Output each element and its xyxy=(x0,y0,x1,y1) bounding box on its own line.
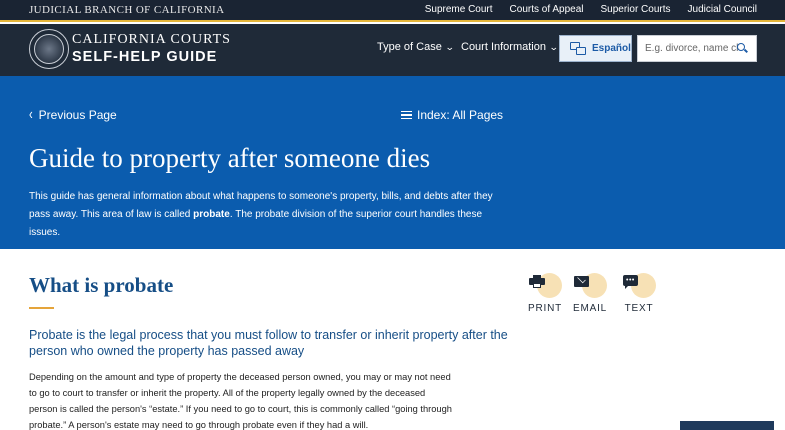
previous-page-link[interactable]: ‹ Previous Page xyxy=(29,106,117,124)
envelope-icon xyxy=(574,274,590,288)
print-button[interactable]: PRINT xyxy=(528,273,562,314)
nav-type-of-case-label: Type of Case xyxy=(377,41,442,53)
message-icon: ••• xyxy=(623,275,639,289)
email-button[interactable]: EMAIL xyxy=(573,273,607,314)
court-links: Supreme Court Courts of Appeal Superior … xyxy=(425,4,757,15)
nav-court-information-label: Court Information xyxy=(461,41,546,53)
intro-bold-term: probate xyxy=(193,209,230,220)
search-input[interactable] xyxy=(638,36,738,61)
search-icon[interactable] xyxy=(737,43,748,53)
courts-of-appeal-link[interactable]: Courts of Appeal xyxy=(510,4,584,15)
utility-bar: JUDICIAL BRANCH OF CALIFORNIA Supreme Co… xyxy=(0,0,785,22)
printer-icon xyxy=(529,275,545,288)
site-logo[interactable]: CALIFORNIA COURTS SELF-HELP GUIDE xyxy=(72,32,231,66)
text-label: TEXT xyxy=(624,303,654,314)
supreme-court-link[interactable]: Supreme Court xyxy=(425,4,493,15)
nav-court-information[interactable]: Court Information ⌄ xyxy=(461,41,559,53)
judicial-branch-label: JUDICIAL BRANCH OF CALIFORNIA xyxy=(29,4,225,16)
superior-courts-link[interactable]: Superior Courts xyxy=(600,4,670,15)
chevron-down-icon: ⌄ xyxy=(548,41,559,52)
text-button[interactable]: ••• TEXT xyxy=(622,273,656,314)
chevron-left-icon: ‹ xyxy=(29,106,33,124)
feedback-tab[interactable] xyxy=(680,421,774,430)
body-paragraph: Depending on the amount and type of prop… xyxy=(29,372,452,430)
site-header: CALIFORNIA COURTS SELF-HELP GUIDE Type o… xyxy=(0,24,785,76)
list-icon xyxy=(401,110,412,120)
language-espanol-button[interactable]: Español xyxy=(559,35,632,62)
nav-type-of-case[interactable]: Type of Case ⌄ xyxy=(377,41,455,53)
intro-paragraph: This guide has general information about… xyxy=(29,188,509,242)
chevron-down-icon: ⌄ xyxy=(444,41,455,52)
email-label: EMAIL xyxy=(573,303,608,314)
print-label: PRINT xyxy=(528,303,562,314)
judicial-council-link[interactable]: Judicial Council xyxy=(688,4,757,15)
lead-paragraph: Probate is the legal process that you mu… xyxy=(29,328,508,358)
california-seal-icon[interactable] xyxy=(29,29,69,69)
search-box xyxy=(637,35,757,62)
index-all-pages-link[interactable]: Index: All Pages xyxy=(401,108,503,122)
logo-line-1: CALIFORNIA COURTS xyxy=(72,32,231,47)
language-button-label: Español xyxy=(592,43,631,54)
heading-underline xyxy=(29,307,54,309)
index-link-label: Index: All Pages xyxy=(417,108,504,122)
page-title: Guide to property after someone dies xyxy=(29,143,431,173)
previous-page-label: Previous Page xyxy=(38,108,117,122)
logo-line-2: SELF-HELP GUIDE xyxy=(72,49,218,65)
hero-banner: ‹ Previous Page Index: All Pages Guide t… xyxy=(0,76,785,249)
translate-icon xyxy=(570,41,587,56)
section-heading: What is probate xyxy=(29,273,174,297)
